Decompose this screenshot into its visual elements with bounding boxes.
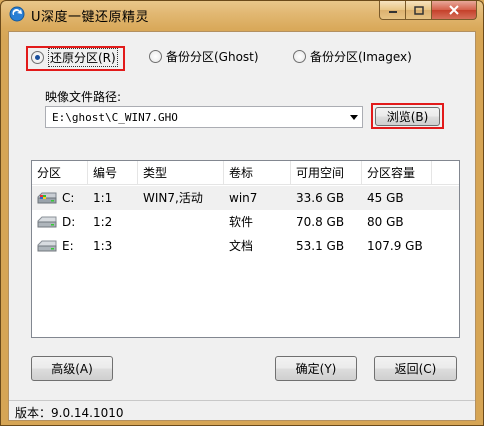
cell-number: 1:3 bbox=[93, 239, 113, 253]
caption-buttons bbox=[379, 1, 477, 20]
app-window: U深度一键还原精灵 还原分区(R) 备份分区(Ghost) 备份分区(Image… bbox=[0, 0, 484, 426]
app-logo-icon bbox=[9, 6, 25, 22]
cell-number: 1:1 bbox=[93, 191, 113, 205]
cell-free-space: 70.8 GB bbox=[296, 215, 345, 229]
cell-volume-label: win7 bbox=[229, 191, 258, 205]
radio-restore-indicator[interactable] bbox=[31, 51, 44, 64]
image-path-combobox[interactable]: E:\ghost\C_WIN7.GHO bbox=[45, 106, 363, 128]
radio-backup-imagex-label: 备份分区(Imagex) bbox=[310, 50, 412, 64]
cell-free-space: 33.6 GB bbox=[296, 191, 345, 205]
column-header-type[interactable]: 类型 bbox=[138, 161, 224, 185]
column-header-free-space[interactable]: 可用空间 bbox=[291, 161, 362, 185]
table-row[interactable]: D: 1:2 软件 70.8 GB 80 GB bbox=[32, 210, 459, 234]
status-bar: 版本：9.0.14.1010 bbox=[9, 400, 475, 420]
column-header-number[interactable]: 编号 bbox=[88, 161, 138, 185]
advanced-button[interactable]: 高级(A) bbox=[31, 356, 113, 381]
radio-restore-label: 还原分区(R) bbox=[48, 48, 118, 67]
radio-backup-imagex-indicator[interactable] bbox=[293, 50, 306, 63]
window-title: U深度一键还原精灵 bbox=[31, 10, 150, 25]
maximize-icon bbox=[413, 5, 424, 15]
cell-type: WIN7,活动 bbox=[143, 191, 203, 205]
cell-volume-label: 文档 bbox=[229, 239, 254, 253]
image-path-label: 映像文件路径: bbox=[45, 90, 122, 104]
browse-button-label: 浏览(B) bbox=[386, 110, 429, 124]
close-button[interactable] bbox=[432, 1, 477, 20]
cell-drive: E: bbox=[62, 239, 74, 253]
system-disk-icon bbox=[37, 192, 57, 204]
column-header-partition[interactable]: 分区 bbox=[32, 161, 88, 185]
ok-button[interactable]: 确定(Y) bbox=[275, 356, 357, 381]
cell-capacity: 107.9 GB bbox=[367, 239, 423, 253]
table-row[interactable]: E: 1:3 文档 53.1 GB 107.9 GB bbox=[32, 234, 459, 258]
client-area: 还原分区(R) 备份分区(Ghost) 备份分区(Imagex) 映像文件路径:… bbox=[8, 31, 476, 421]
cell-capacity: 80 GB bbox=[367, 215, 404, 229]
back-button-label: 返回(C) bbox=[394, 362, 437, 376]
close-icon bbox=[449, 5, 459, 15]
chevron-down-icon bbox=[350, 114, 358, 120]
radio-restore-partition[interactable]: 还原分区(R) bbox=[31, 48, 118, 67]
radio-backup-ghost-indicator[interactable] bbox=[149, 50, 162, 63]
disk-icon bbox=[37, 240, 57, 252]
minimize-icon bbox=[388, 11, 397, 13]
table-row[interactable]: C: 1:1 WIN7,活动 win7 33.6 GB 45 GB bbox=[32, 186, 459, 210]
cell-number: 1:2 bbox=[93, 215, 113, 229]
radio-backup-imagex[interactable]: 备份分区(Imagex) bbox=[293, 48, 412, 65]
dropdown-arrow-button[interactable] bbox=[346, 107, 362, 127]
column-header-capacity[interactable]: 分区容量 bbox=[362, 161, 432, 185]
radio-backup-ghost[interactable]: 备份分区(Ghost) bbox=[149, 48, 259, 65]
ok-button-label: 确定(Y) bbox=[295, 362, 337, 376]
maximize-button[interactable] bbox=[406, 1, 432, 20]
browse-button[interactable]: 浏览(B) bbox=[375, 107, 440, 126]
cell-free-space: 53.1 GB bbox=[296, 239, 345, 253]
image-path-value[interactable]: E:\ghost\C_WIN7.GHO bbox=[46, 111, 346, 124]
cell-volume-label: 软件 bbox=[229, 215, 254, 229]
cell-drive: C: bbox=[62, 191, 75, 205]
cell-capacity: 45 GB bbox=[367, 191, 404, 205]
version-text: 版本：9.0.14.1010 bbox=[15, 406, 124, 420]
advanced-button-label: 高级(A) bbox=[51, 362, 93, 376]
column-header-volume-label[interactable]: 卷标 bbox=[224, 161, 291, 185]
table-header: 分区 编号 类型 卷标 可用空间 分区容量 bbox=[32, 161, 459, 185]
title-bar[interactable]: U深度一键还原精灵 bbox=[1, 1, 483, 27]
cell-drive: D: bbox=[62, 215, 76, 229]
partition-table[interactable]: 分区 编号 类型 卷标 可用空间 分区容量 C: 1:1 WIN7,活动 win bbox=[31, 160, 460, 338]
disk-icon bbox=[37, 216, 57, 228]
minimize-button[interactable] bbox=[379, 1, 406, 20]
back-button[interactable]: 返回(C) bbox=[374, 356, 457, 381]
radio-backup-ghost-label: 备份分区(Ghost) bbox=[166, 50, 259, 64]
